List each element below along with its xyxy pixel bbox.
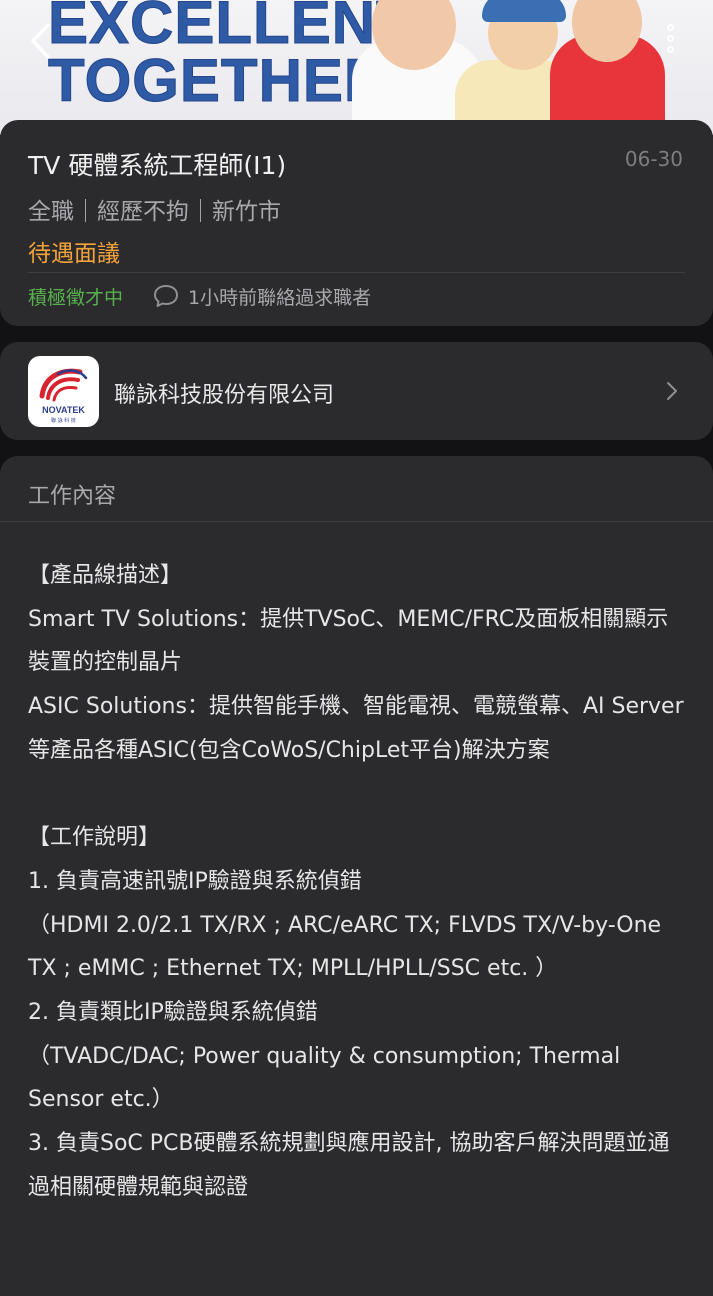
job-salary: 待遇面議 <box>28 241 120 267</box>
chevron-right-icon <box>667 382 677 400</box>
more-vertical-icon <box>666 24 674 31</box>
company-logo: NOVATEK 聯 詠 科 技 <box>28 356 99 427</box>
job-banner: EXCELLENT TOGETHER <box>0 0 713 135</box>
description-line: 【工作說明】 <box>28 825 161 851</box>
description-line: （HDMI 2.0/2.1 TX/RX ; ARC/eARC TX; FLVDS… <box>28 912 662 982</box>
novatek-logo: NOVATEK 聯 詠 科 技 <box>39 368 88 424</box>
divider <box>28 272 685 273</box>
banner-line-1: EXCELLENT <box>48 0 414 56</box>
job-meta: 全職｜經歷不拘｜新竹市 <box>28 199 281 225</box>
more-vertical-icon-dot <box>666 46 674 53</box>
chat-bubble-icon <box>154 285 178 307</box>
company-card[interactable]: NOVATEK 聯 詠 科 技 聯詠科技股份有限公司 <box>0 342 713 440</box>
more-vertical-icon-dot <box>666 35 674 42</box>
hiring-status-badge: 積極徵才中 <box>28 287 124 309</box>
description-line: 1. 負責高速訊號IP驗證與系統偵錯 <box>28 868 362 894</box>
last-contact-text: 1小時前聯絡過求職者 <box>188 287 372 309</box>
banner-figure-2-hat <box>482 0 566 22</box>
job-title: TV 硬體系統工程師(I1) <box>28 151 287 180</box>
svg-text:NOVATEK: NOVATEK <box>42 405 85 415</box>
job-summary-card: TV 硬體系統工程師(I1) 06-30 全職｜經歷不拘｜新竹市 待遇面議 積極… <box>0 120 713 326</box>
section-heading: 工作內容 <box>28 484 117 509</box>
description-line: 3. 負責SoC PCB硬體系統規劃與應用設計, 協助客戶解決問題並通過相關硬體… <box>28 1131 670 1200</box>
description-line: 2. 負責類比IP驗證與系統偵錯 <box>28 1000 318 1026</box>
description-line: 【產品線描述】 <box>28 563 183 588</box>
chevron-left-icon <box>31 23 50 59</box>
description-line: Smart TV Solutions：提供TVSoC、MEMC/FRC及面板相關… <box>28 606 669 676</box>
company-name: 聯詠科技股份有限公司 <box>114 383 335 408</box>
description-line: ASIC Solutions：提供智能手機、智能電視、電競螢幕、AI Serve… <box>28 694 684 763</box>
job-description: 【產品線描述】 Smart TV Solutions：提供TVSoC、MEMC/… <box>28 554 688 1210</box>
more-options-button[interactable] <box>662 24 678 64</box>
job-description-card: 工作內容 【產品線描述】 Smart TV Solutions：提供TVSoC、… <box>0 456 713 1296</box>
back-button[interactable] <box>28 22 62 62</box>
svg-text:聯 詠 科 技: 聯 詠 科 技 <box>51 417 76 424</box>
job-posted-date: 06-30 <box>624 147 683 171</box>
description-line: （TVADC/DAC; Power quality & consumption;… <box>28 1043 621 1113</box>
divider <box>0 521 713 522</box>
